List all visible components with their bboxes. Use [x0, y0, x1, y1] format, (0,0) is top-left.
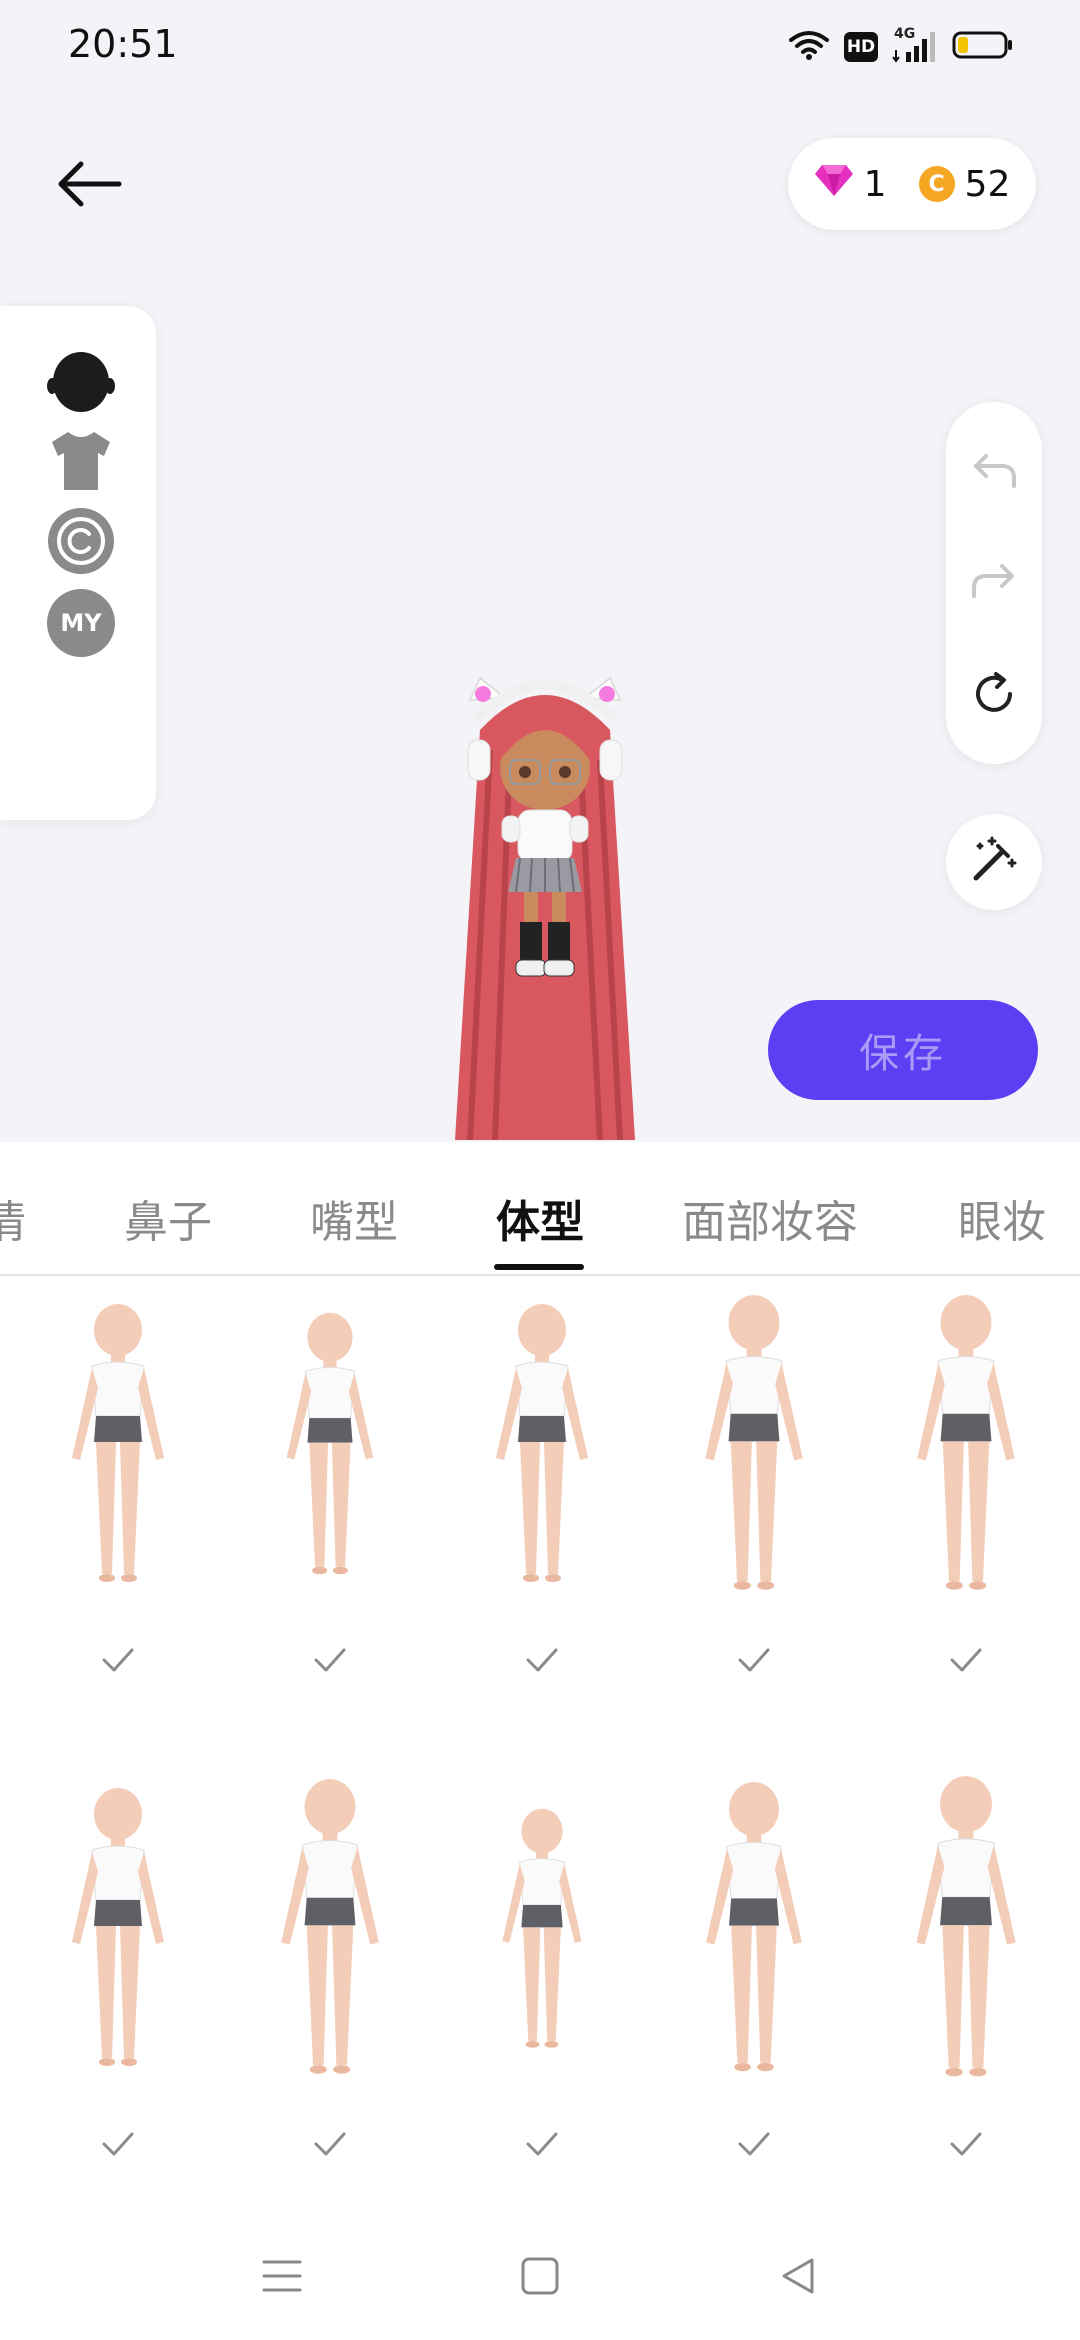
body-figure-preview: [18, 1776, 218, 2096]
category-copyright-button[interactable]: [46, 508, 116, 578]
body-type-option[interactable]: [866, 1776, 1066, 2216]
body-figure-preview: [866, 1776, 1066, 2096]
redo-button[interactable]: [964, 552, 1024, 612]
reset-button[interactable]: [964, 666, 1024, 726]
body-type-option[interactable]: [654, 1776, 854, 2216]
body-type-option[interactable]: [654, 1292, 854, 1732]
nav-back-button[interactable]: [768, 2248, 828, 2308]
status-bar: 20:51 HD 4G: [0, 0, 1080, 96]
tab-expression[interactable]: 情: [0, 1186, 26, 1250]
refresh-icon: [970, 670, 1018, 722]
tab-face-makeup[interactable]: 面部妆容: [682, 1186, 858, 1250]
feature-tab-strip: 情 鼻子 嘴型 体型 面部妆容 眼妆: [0, 1142, 1080, 1276]
signal-icon: 4G: [892, 26, 938, 64]
body-type-option[interactable]: [230, 1776, 430, 2216]
body-figure-preview: [866, 1292, 1066, 1612]
checkmark-icon: [312, 1642, 348, 1678]
checkmark-icon: [100, 1642, 136, 1678]
body-figure-preview: [442, 1776, 642, 2096]
checkmark-icon: [736, 2126, 772, 2162]
category-face-button[interactable]: [46, 350, 116, 420]
editor-panel: 情 鼻子 嘴型 体型 面部妆容 眼妆: [0, 1142, 1080, 2340]
status-icons: HD 4G: [788, 26, 1014, 66]
body-figure-preview: [230, 1776, 430, 2096]
body-figure-preview: [230, 1292, 430, 1612]
gem-icon: [814, 163, 854, 206]
body-figure-preview: [442, 1292, 642, 1612]
body-type-option[interactable]: [442, 1776, 642, 2216]
save-button[interactable]: 保存: [768, 1000, 1038, 1100]
nav-menu-button[interactable]: [252, 2248, 312, 2308]
undo-icon: [970, 450, 1018, 494]
checkmark-icon: [524, 2126, 560, 2162]
redo-icon: [970, 560, 1018, 604]
checkmark-icon: [948, 1642, 984, 1678]
history-toolbar: [946, 402, 1042, 764]
body-type-option[interactable]: [230, 1292, 430, 1732]
checkmark-icon: [100, 2126, 136, 2162]
category-my-button[interactable]: MY: [46, 588, 116, 658]
gem-count: 1: [863, 163, 887, 205]
head-silhouette-icon: [46, 350, 116, 420]
body-type-option[interactable]: [866, 1292, 1066, 1732]
coin-count: 52: [964, 163, 1011, 205]
coin-icon: C: [918, 166, 955, 202]
undo-button[interactable]: [964, 442, 1024, 502]
tab-eye-makeup[interactable]: 眼妆: [958, 1186, 1046, 1250]
currency-balance[interactable]: 1 C 52: [788, 138, 1036, 230]
magic-wand-icon: [968, 834, 1020, 890]
body-type-option[interactable]: [18, 1776, 218, 2216]
nav-home-button[interactable]: [510, 2248, 570, 2308]
status-time: 20:51: [68, 22, 178, 66]
category-rail: MY: [0, 306, 156, 820]
avatar-preview: [420, 660, 670, 1141]
checkmark-icon: [312, 2126, 348, 2162]
body-figure-preview: [654, 1776, 854, 2096]
my-icon: MY: [47, 589, 115, 657]
category-clothing-button[interactable]: [46, 428, 116, 498]
body-type-option[interactable]: [442, 1292, 642, 1732]
checkmark-icon: [948, 2126, 984, 2162]
checkmark-icon: [524, 1642, 560, 1678]
tab-body-type[interactable]: 体型: [496, 1186, 584, 1250]
tab-nose[interactable]: 鼻子: [124, 1186, 212, 1250]
checkmark-icon: [736, 1642, 772, 1678]
wifi-icon: [788, 28, 830, 66]
tab-mouth[interactable]: 嘴型: [310, 1186, 398, 1250]
battery-icon: [952, 30, 1014, 64]
hd-badge: HD: [844, 32, 878, 62]
home-icon: [518, 2254, 562, 2302]
magic-randomize-button[interactable]: [946, 814, 1042, 910]
body-figure-preview: [18, 1292, 218, 1612]
body-type-option[interactable]: [18, 1292, 218, 1732]
body-figure-preview: [654, 1292, 854, 1612]
active-tab-indicator: [494, 1264, 584, 1270]
copyright-icon: [47, 507, 115, 579]
tshirt-icon: [48, 430, 114, 496]
menu-icon: [260, 2256, 304, 2300]
arrow-left-icon: [53, 159, 123, 213]
back-button[interactable]: [48, 150, 128, 222]
back-icon: [776, 2254, 820, 2302]
system-nav-bar: [0, 2220, 1080, 2340]
